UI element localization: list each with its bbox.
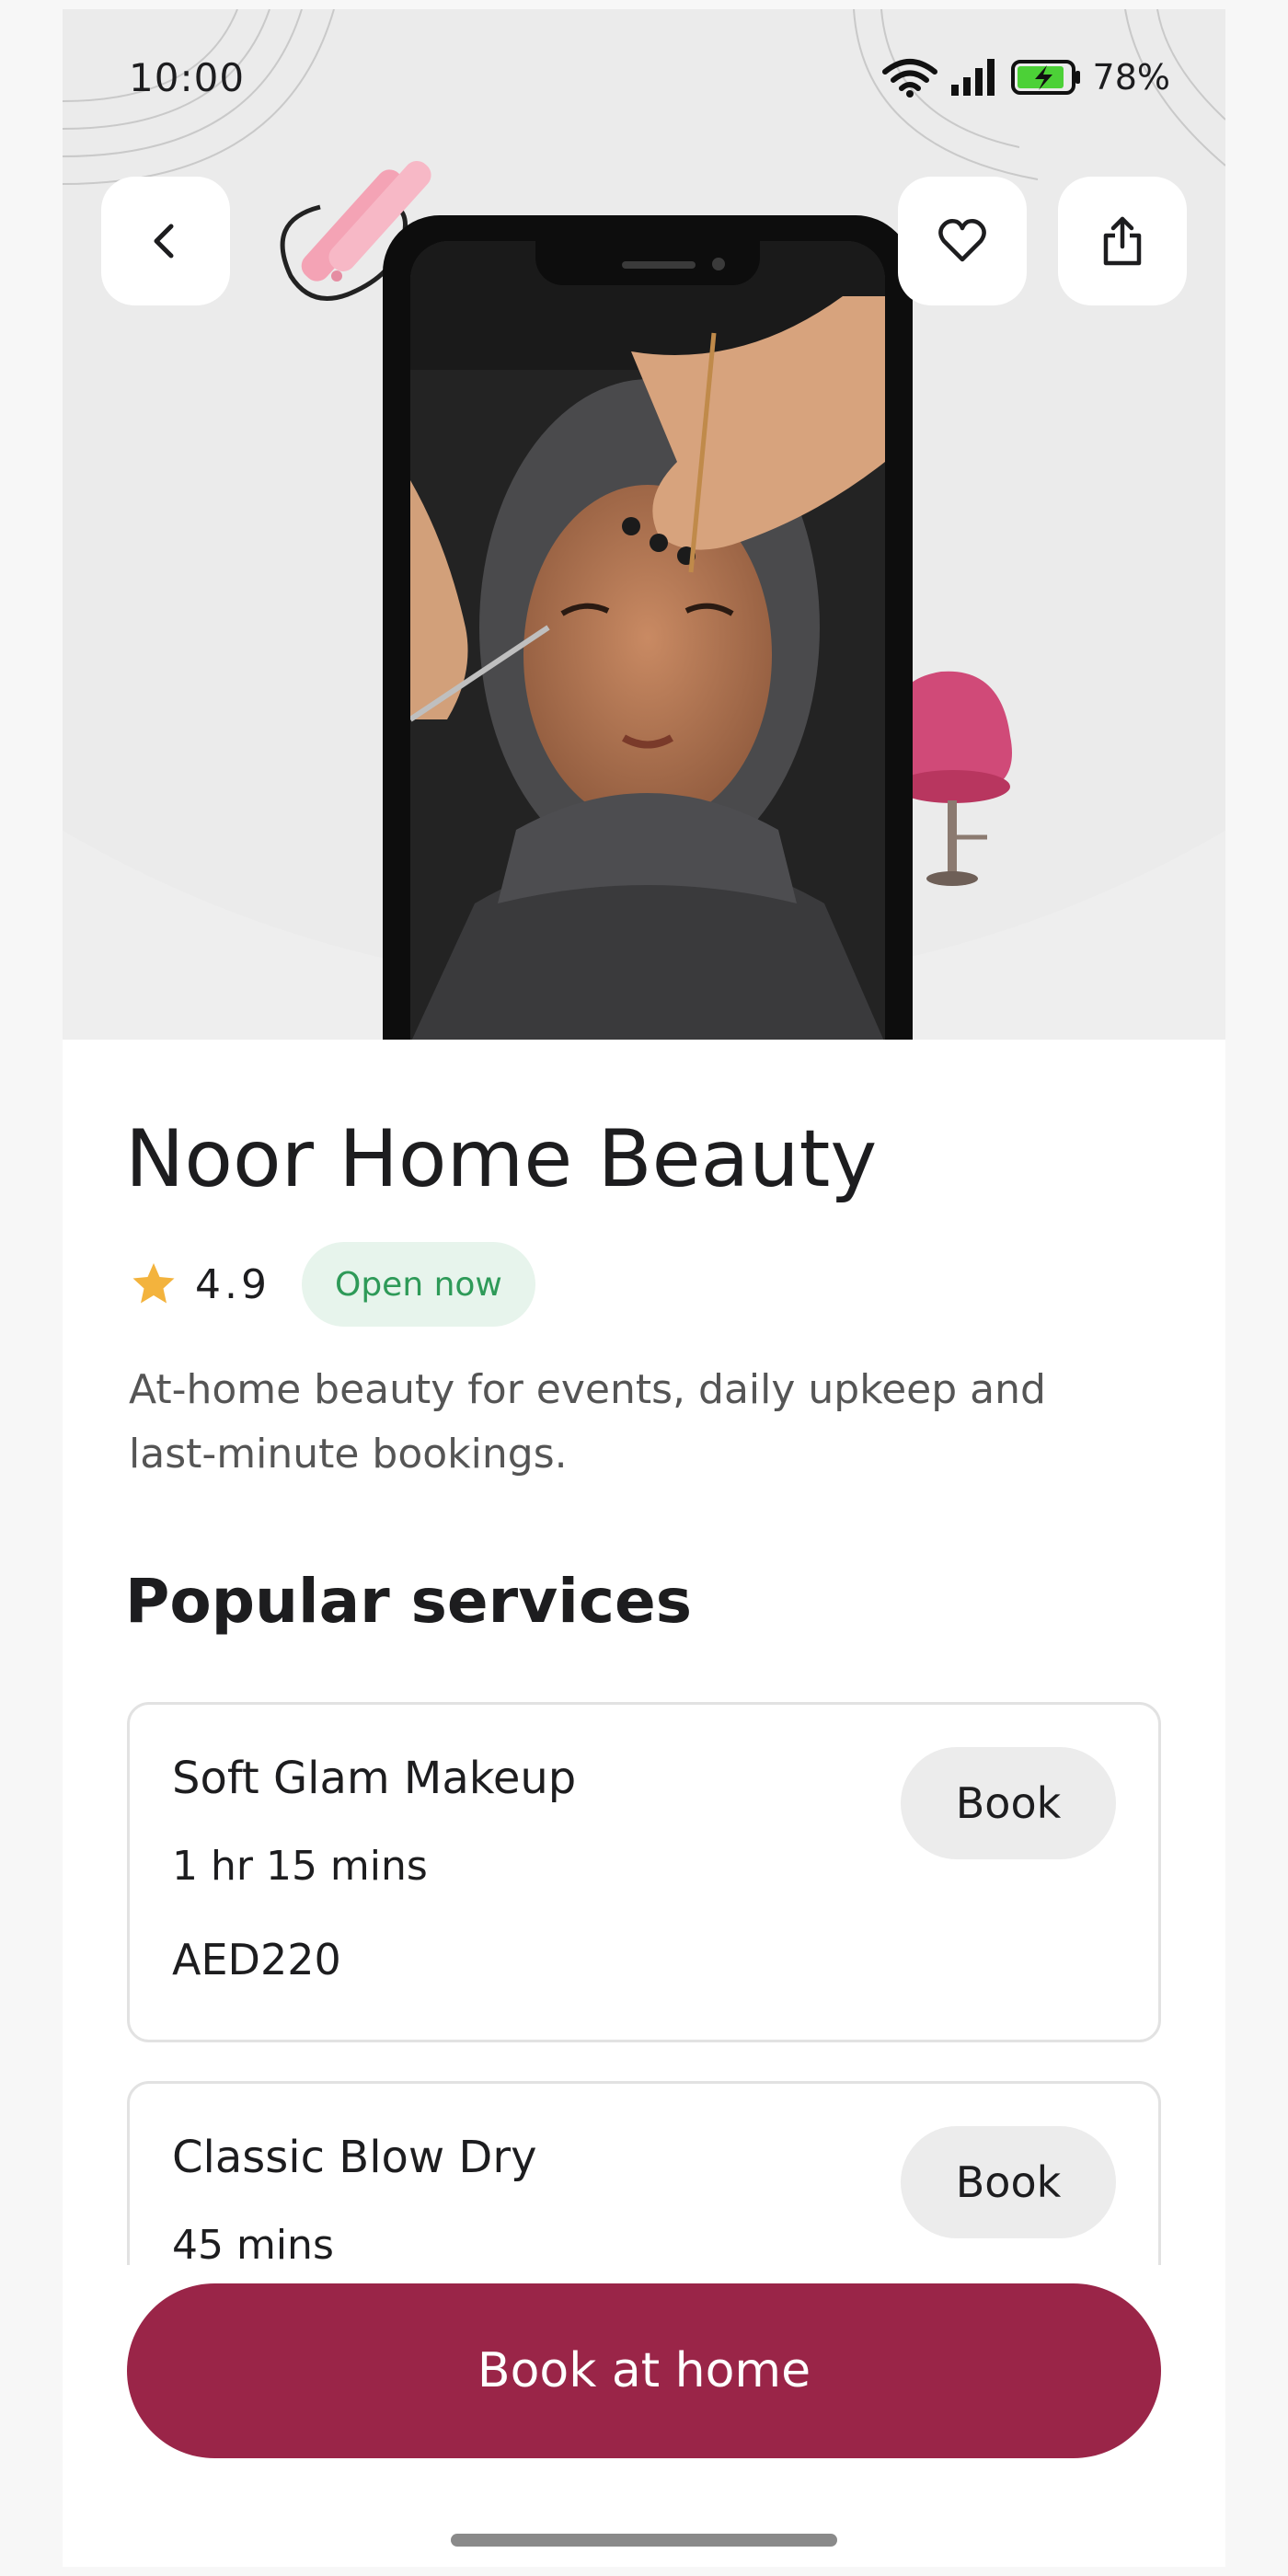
share-button[interactable] bbox=[1058, 177, 1187, 305]
phone-mockup bbox=[383, 215, 913, 1040]
hero-banner: 10:00 78% bbox=[63, 9, 1225, 1040]
service-name: Soft Glam Makeup bbox=[172, 1753, 577, 1804]
app-screen: 10:00 78% Noor Home Beauty 4.9 Open now … bbox=[63, 9, 1225, 2567]
heart-icon bbox=[938, 219, 986, 262]
service-card[interactable]: Classic Blow Dry 45 mins Book bbox=[127, 2081, 1161, 2265]
book-service-button[interactable]: Book bbox=[901, 1747, 1116, 1859]
book-service-button[interactable]: Book bbox=[901, 2126, 1116, 2238]
front-camera bbox=[712, 258, 725, 270]
open-status-badge: Open now bbox=[301, 1242, 535, 1327]
battery-charging-icon bbox=[1010, 60, 1080, 95]
rating-row: 4.9 Open now bbox=[129, 1242, 535, 1327]
signal-icon bbox=[950, 59, 995, 96]
services-list[interactable]: Soft Glam Makeup 1 hr 15 mins AED220 Boo… bbox=[63, 1702, 1225, 2265]
speaker-grille bbox=[622, 261, 696, 269]
share-icon bbox=[1103, 216, 1142, 266]
service-price: AED220 bbox=[172, 1935, 341, 1984]
favorite-button[interactable] bbox=[898, 177, 1027, 305]
rating-value: 4.9 bbox=[195, 1260, 270, 1308]
services-section-title: Popular services bbox=[125, 1566, 693, 1637]
status-time: 10:00 bbox=[129, 55, 246, 100]
phone-notch bbox=[535, 241, 760, 285]
home-indicator[interactable] bbox=[451, 2534, 837, 2547]
star-icon bbox=[132, 1263, 175, 1304]
back-button[interactable] bbox=[101, 177, 230, 305]
status-icons: 78% bbox=[881, 57, 1170, 98]
battery-percentage: 78% bbox=[1092, 57, 1170, 98]
business-name: Noor Home Beauty bbox=[125, 1113, 878, 1205]
status-bar: 10:00 78% bbox=[63, 9, 1225, 147]
service-duration: 45 mins bbox=[172, 2222, 334, 2265]
service-duration: 1 hr 15 mins bbox=[172, 1843, 428, 1890]
service-name: Classic Blow Dry bbox=[172, 2132, 537, 2183]
salon-photo bbox=[410, 241, 885, 1040]
back-chevron-icon bbox=[154, 224, 174, 259]
wifi-icon bbox=[881, 59, 937, 98]
service-card[interactable]: Soft Glam Makeup 1 hr 15 mins AED220 Boo… bbox=[127, 1702, 1161, 2042]
book-at-home-button[interactable]: Book at home bbox=[127, 2283, 1161, 2458]
business-description: At-home beauty for events, daily upkeep … bbox=[129, 1366, 1046, 1478]
